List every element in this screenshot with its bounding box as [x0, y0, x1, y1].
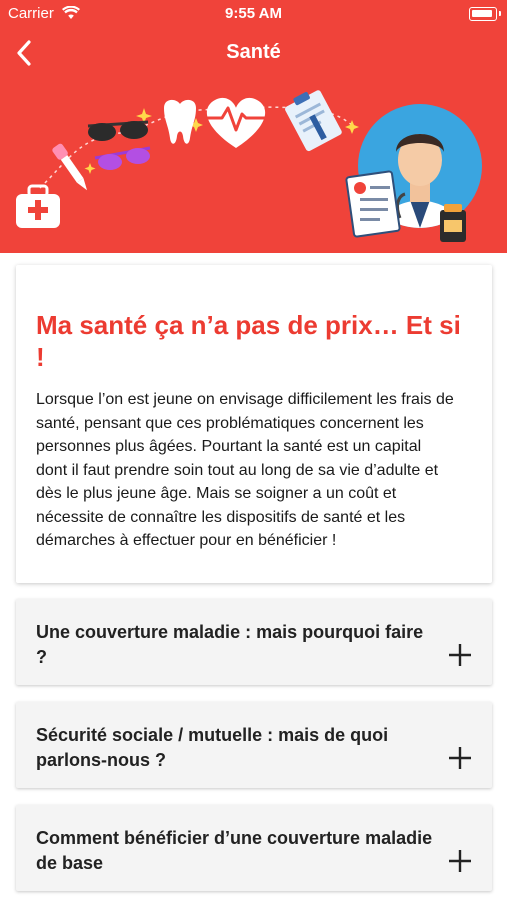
tooth-icon [164, 99, 196, 144]
status-time: 9:55 AM [225, 5, 282, 22]
page-title: Santé [226, 41, 281, 63]
plus-icon[interactable] [448, 746, 472, 770]
accordion-label: Une couverture maladie : mais pourquoi f… [36, 622, 424, 667]
content-area: Ma santé ça n’a pas de prix… Et si ! Lor… [0, 253, 507, 900]
plus-icon[interactable] [448, 849, 472, 873]
battery-icon [469, 7, 501, 21]
accordion-item-securite-sociale[interactable]: Sécurité sociale / mutuelle : mais de qu… [16, 702, 492, 788]
health-illustration [16, 90, 482, 242]
plus-icon[interactable] [448, 643, 472, 667]
accordion-item-couverture[interactable]: Une couverture maladie : mais pourquoi f… [16, 599, 492, 685]
status-bar: Carrier 9:55 AM [0, 0, 507, 28]
navigation-bar: Santé [0, 28, 507, 78]
accordion-label: Comment bénéficier d’une couverture mala… [36, 828, 433, 873]
accordion-label: Sécurité sociale / mutuelle : mais de qu… [36, 725, 389, 770]
glasses-icon [94, 146, 151, 170]
intro-card: Ma santé ça n’a pas de prix… Et si ! Lor… [16, 265, 492, 583]
accordion-item-beneficier[interactable]: Comment bénéficier d’une couverture mala… [16, 805, 492, 891]
heartbeat-icon [206, 97, 266, 148]
hero-banner [0, 78, 507, 253]
sunglasses-icon [87, 120, 149, 141]
intro-title: Ma santé ça n’a pas de prix… Et si ! [36, 310, 461, 372]
clipboard-icon [285, 90, 342, 152]
intro-body: Lorsque l’on est jeune on envisage diffi… [36, 391, 454, 549]
first-aid-kit-icon [16, 184, 60, 228]
